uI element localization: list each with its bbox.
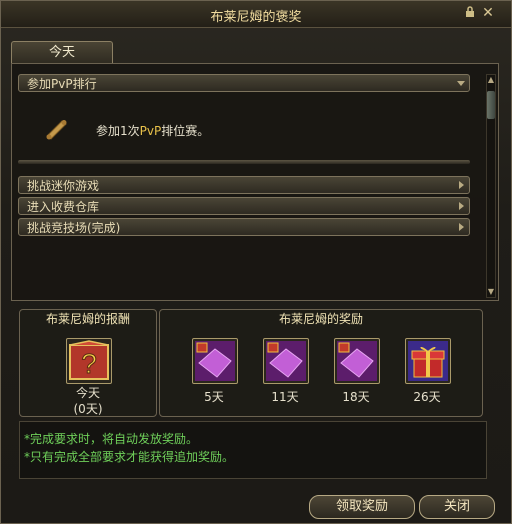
detail-prefix: 参加1次 <box>96 124 140 138</box>
current-reward-count: (0天) <box>73 402 103 416</box>
expand-arrow-icon <box>459 223 464 231</box>
current-reward-title: 布莱尼姆的报酬 <box>45 312 130 326</box>
expand-arrow-icon <box>459 202 464 210</box>
quest-row-label: 挑战迷你游戏 <box>27 179 100 193</box>
bonus-reward-label: 26天 <box>413 390 441 404</box>
expand-arrow-icon <box>459 181 464 189</box>
svg-text:?: ? <box>81 348 97 379</box>
note-bonus-requirement: *只有完成全部要求才能获得追加奖励。 <box>24 450 235 464</box>
collapse-arrow-icon <box>457 81 465 86</box>
close-button[interactable]: 关闭 <box>419 495 495 519</box>
scrollbar[interactable]: ▲ ▼ <box>486 74 496 298</box>
locked-purple-box-icon[interactable] <box>263 338 309 384</box>
quest-row-mini-game[interactable]: 挑战迷你游戏 <box>18 176 470 194</box>
current-reward-box: 布莱尼姆的报酬 ? 今天 (0天) <box>19 309 157 417</box>
quest-row-label: 参加PvP排行 <box>27 77 97 91</box>
scroll-up-icon[interactable]: ▲ <box>487 75 495 85</box>
bonus-rewards-box: 布莱尼姆的奖励 5天 11天 18天 26天 <box>159 309 483 417</box>
quest-row-pvp-ranking[interactable]: 参加PvP排行 <box>18 74 470 92</box>
tab-today[interactable]: 今天 <box>11 41 113 64</box>
scroll-down-icon[interactable]: ▼ <box>487 287 495 297</box>
title-bar[interactable]: 布莱尼姆的褒奖 ✕ <box>1 1 511 28</box>
note-auto-reward: *完成要求时，将自动发放奖励。 <box>24 432 199 446</box>
locked-purple-box-icon[interactable] <box>192 338 238 384</box>
bonus-reward-label: 11天 <box>271 390 299 404</box>
locked-purple-box-icon[interactable] <box>334 338 380 384</box>
mystery-box-icon[interactable]: ? <box>66 338 112 384</box>
lock-icon[interactable] <box>463 6 477 20</box>
notes-box: *完成要求时，将自动发放奖励。 *只有完成全部要求才能获得追加奖励。 <box>19 421 487 479</box>
quest-row-label: 挑战竞技场(完成) <box>27 221 121 235</box>
bonus-rewards-title: 布莱尼姆的奖励 <box>278 312 363 326</box>
claim-reward-button[interactable]: 领取奖励 <box>309 495 415 519</box>
reward-window: 布莱尼姆的褒奖 ✕ 今天 参加PvP排行 参加1次PvP排位赛。 挑战迷你游戏 … <box>0 0 512 524</box>
bonus-reward-label: 18天 <box>342 390 370 404</box>
quest-row-arena[interactable]: 挑战竞技场(完成) <box>18 218 470 236</box>
quest-detail: 参加1次PvP排位赛。 <box>24 104 476 154</box>
bonus-reward-label: 5天 <box>204 390 224 404</box>
detail-highlight: PvP <box>139 124 162 138</box>
detail-suffix: 排位赛。 <box>161 124 210 138</box>
close-icon[interactable]: ✕ <box>481 6 495 20</box>
quest-panel: 参加PvP排行 参加1次PvP排位赛。 挑战迷你游戏 进入收费仓库 挑战竞技场(… <box>11 63 499 301</box>
window-title: 布莱尼姆的褒奖 <box>210 10 302 25</box>
red-gift-box-icon[interactable] <box>405 338 451 384</box>
scroll-icon <box>46 120 67 140</box>
quest-row-paid-warehouse[interactable]: 进入收费仓库 <box>18 197 470 215</box>
quest-row-label: 进入收费仓库 <box>27 200 100 214</box>
quest-detail-text: 参加1次PvP排位赛。 <box>96 122 209 139</box>
current-reward-day: 今天 <box>75 386 100 400</box>
divider <box>18 160 470 164</box>
scroll-thumb[interactable] <box>487 91 495 119</box>
